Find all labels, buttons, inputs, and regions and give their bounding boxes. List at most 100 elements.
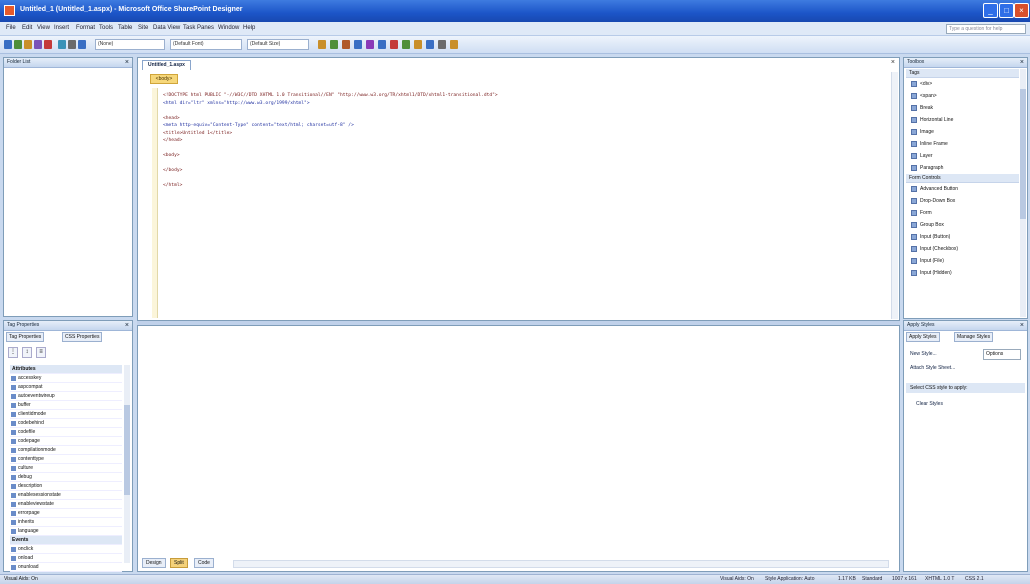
attribute-group[interactable]: Attributes [10, 365, 122, 374]
toolbar-button-icon[interactable] [426, 40, 434, 49]
menu-format[interactable]: Format [76, 25, 95, 31]
toolbar-button-icon[interactable] [342, 40, 350, 49]
toolbar-button-icon[interactable] [78, 40, 86, 49]
maximize-button[interactable]: □ [999, 3, 1014, 18]
menu-file[interactable]: File [6, 25, 16, 31]
toolbox-item[interactable]: Image [906, 126, 1019, 138]
tab-apply-styles[interactable]: Apply Styles [906, 332, 940, 342]
clear-styles-item[interactable]: Clear Styles [916, 401, 943, 407]
toolbar-button-icon[interactable] [450, 40, 458, 49]
toolbox-scrollbar[interactable] [1020, 69, 1026, 317]
code-line[interactable]: </head> [163, 137, 891, 145]
code-line[interactable]: <html dir="ltr" xmlns="http://www.w3.org… [163, 100, 891, 108]
toolbox-item[interactable]: Input (Button) [906, 231, 1019, 243]
code-line[interactable]: <title>Untitled 1</title> [163, 130, 891, 138]
toolbar-button-icon[interactable] [366, 40, 374, 49]
close-icon[interactable]: × [125, 321, 129, 330]
toolbar-button-icon[interactable] [414, 40, 422, 49]
help-search-input[interactable]: Type a question for help [946, 24, 1026, 34]
show-set-icon[interactable]: ≡ [36, 347, 46, 358]
close-icon[interactable]: × [1020, 58, 1024, 67]
quick-tag-selector[interactable]: <body> [150, 74, 178, 84]
toolbox-item[interactable]: Inline Frame [906, 138, 1019, 150]
attribute-row[interactable]: accesskey [10, 374, 122, 383]
status-style-application[interactable]: Style Application: Auto [765, 575, 814, 584]
attribute-row[interactable]: contenttype [10, 455, 122, 464]
toolbar-button-icon[interactable] [318, 40, 326, 49]
tab-manage-styles[interactable]: Manage Styles [954, 332, 994, 342]
toolbar-button-icon[interactable] [24, 40, 32, 49]
attribute-row[interactable]: codepage [10, 437, 122, 446]
categorized-icon[interactable]: ⋮ [8, 347, 18, 358]
attribute-row[interactable]: onunload [10, 563, 122, 572]
close-icon[interactable]: × [1020, 321, 1024, 330]
menu-site[interactable]: Site [138, 25, 148, 31]
scroll-thumb[interactable] [124, 405, 130, 495]
toolbar-button-icon[interactable] [58, 40, 66, 49]
toolbox-item[interactable]: Horizontal Line [906, 114, 1019, 126]
attribute-row[interactable]: buffer [10, 401, 122, 410]
code-line[interactable]: </body> [163, 167, 891, 175]
horizontal-scrollbar[interactable] [233, 560, 889, 568]
menu-view[interactable]: View [37, 25, 50, 31]
tab-tag-properties[interactable]: Tag Properties [6, 332, 45, 342]
code-line[interactable]: <meta http-equiv="Content-Type" content=… [163, 122, 891, 130]
tab-code[interactable]: Code [194, 558, 214, 568]
menu-edit[interactable]: Edit [22, 25, 32, 31]
tab-design[interactable]: Design [142, 558, 166, 568]
document-tab[interactable]: Untitled_1.aspx [142, 60, 191, 70]
toolbox-item[interactable]: Form [906, 207, 1019, 219]
menu-help[interactable]: Help [243, 25, 255, 31]
toolbox-item[interactable]: <span> [906, 90, 1019, 102]
toolbar-button-icon[interactable] [438, 40, 446, 49]
toolbar-button-icon[interactable] [34, 40, 42, 49]
toolbar-button-icon[interactable] [68, 40, 76, 49]
attribute-row[interactable]: clientidmode [10, 410, 122, 419]
menu-data-view[interactable]: Data View [153, 25, 180, 31]
code-line[interactable] [163, 107, 891, 115]
scroll-thumb[interactable] [1020, 89, 1026, 219]
menu-table[interactable]: Table [118, 25, 132, 31]
attribute-row[interactable]: codebehind [10, 419, 122, 428]
status-css-level[interactable]: CSS 2.1 [965, 575, 984, 584]
attribute-row[interactable]: culture [10, 464, 122, 473]
attribute-row[interactable]: enablesessionstate [10, 491, 122, 500]
toolbox-item[interactable]: Break [906, 102, 1019, 114]
attribute-row[interactable]: enableviewstate [10, 500, 122, 509]
menu-tools[interactable]: Tools [99, 25, 113, 31]
code-line[interactable] [163, 145, 891, 153]
toolbox-item[interactable]: Drop-Down Box [906, 195, 1019, 207]
status-visual-aids[interactable]: Visual Aids: On [720, 575, 754, 584]
toolbox-section-header[interactable]: Tags [906, 69, 1019, 78]
toolbar-button-icon[interactable] [14, 40, 22, 49]
tab-css-properties[interactable]: CSS Properties [62, 332, 103, 342]
close-icon[interactable]: × [891, 59, 895, 66]
attribute-row[interactable]: aspcompat [10, 383, 122, 392]
toolbox-item[interactable]: Input (File) [906, 255, 1019, 267]
style-select[interactable]: (None) [95, 39, 165, 50]
toolbar-button-icon[interactable] [44, 40, 52, 49]
toolbox-item[interactable]: <div> [906, 78, 1019, 90]
attribute-row[interactable]: inherits [10, 518, 122, 527]
font-select[interactable]: (Default Font) [170, 39, 242, 50]
menu-window[interactable]: Window [218, 25, 239, 31]
attribute-row[interactable]: onload [10, 554, 122, 563]
toolbox-item[interactable]: Paragraph [906, 162, 1019, 174]
toolbar-button-icon[interactable] [378, 40, 386, 49]
tag-properties-scrollbar[interactable] [124, 365, 130, 563]
code-line[interactable] [163, 160, 891, 168]
status-doctype[interactable]: XHTML 1.0 T [925, 575, 954, 584]
font-size-select[interactable]: (Default Size) [247, 39, 309, 50]
toolbar-button-icon[interactable] [402, 40, 410, 49]
sort-az-icon[interactable]: ↕ [22, 347, 32, 358]
attribute-row[interactable]: language [10, 527, 122, 536]
code-line[interactable] [163, 175, 891, 183]
attribute-row[interactable]: onclick [10, 545, 122, 554]
toolbar-button-icon[interactable] [354, 40, 362, 49]
toolbar-button-icon[interactable] [330, 40, 338, 49]
attribute-row[interactable]: codefile [10, 428, 122, 437]
attribute-row[interactable]: compilationmode [10, 446, 122, 455]
toolbar-button-icon[interactable] [4, 40, 12, 49]
toolbox-item[interactable]: Input (Hidden) [906, 267, 1019, 279]
close-button[interactable]: × [1014, 3, 1029, 18]
